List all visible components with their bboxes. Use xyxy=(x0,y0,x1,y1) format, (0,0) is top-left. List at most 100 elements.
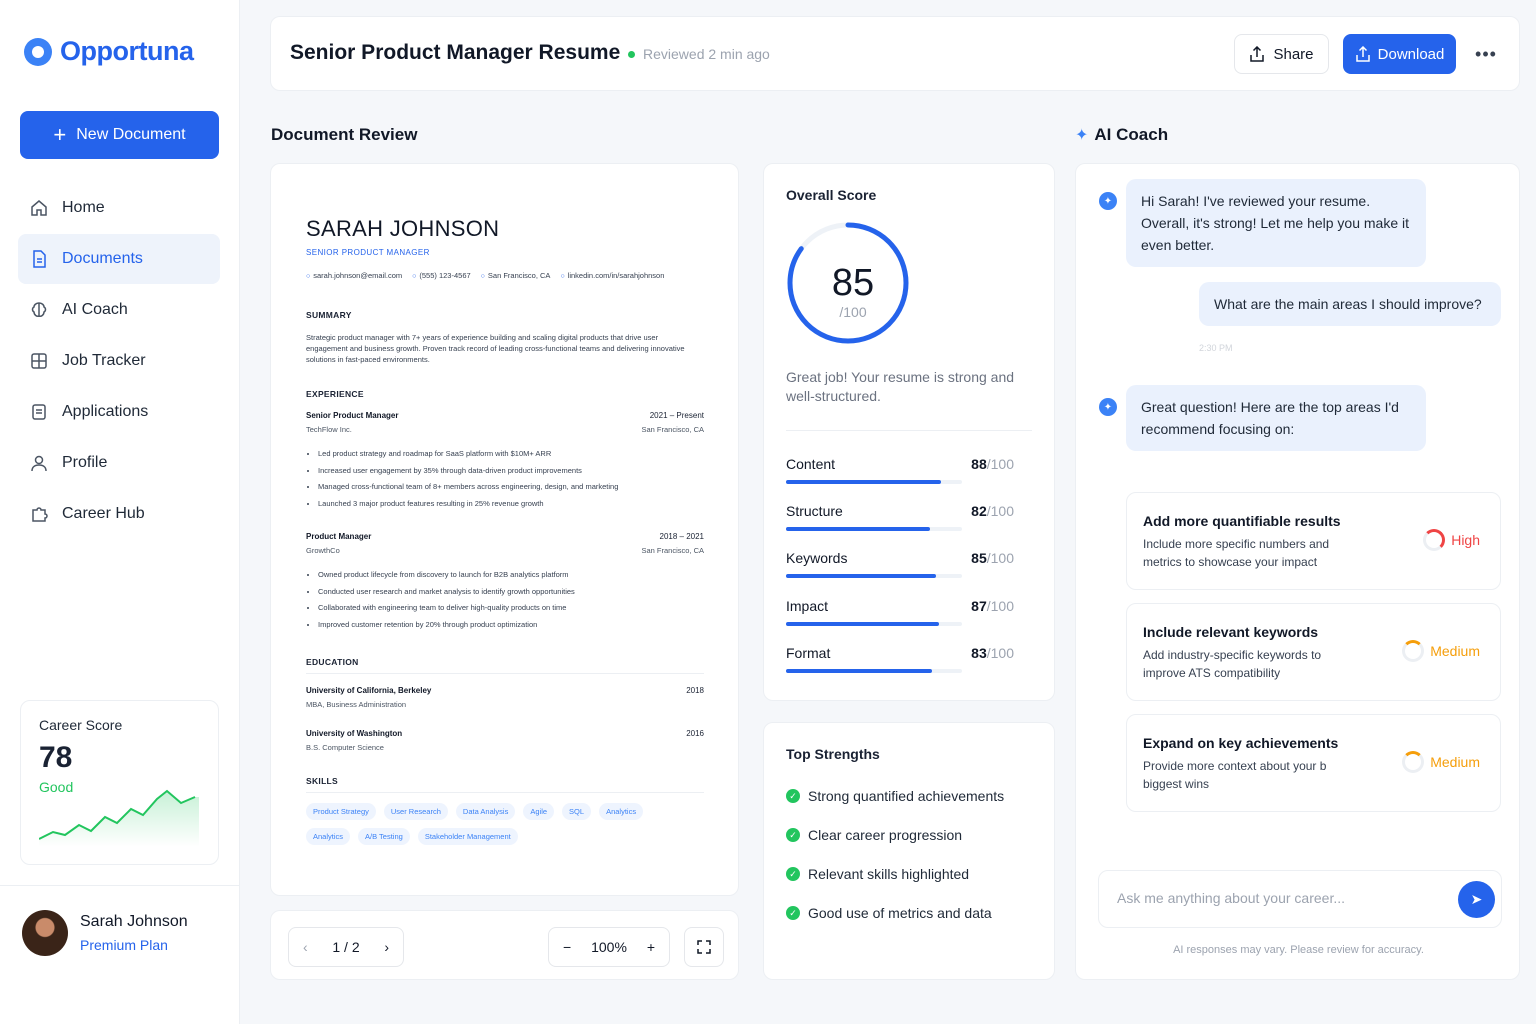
career-score-card[interactable]: Career Score 78 Good xyxy=(20,700,219,865)
metric-name: Content xyxy=(786,456,836,472)
puzzle-icon xyxy=(30,505,48,523)
download-icon xyxy=(1355,46,1370,62)
send-button[interactable]: ➤ xyxy=(1458,881,1495,918)
document-pager: ‹ 1 / 2 › − 100% + xyxy=(270,910,739,980)
fullscreen-button[interactable] xyxy=(684,927,724,967)
job-title: Senior Product Manager xyxy=(306,411,399,420)
metric-value: 88/100 xyxy=(971,456,1014,472)
chat-input[interactable] xyxy=(1117,890,1437,906)
sidebar-item-applications[interactable]: Applications xyxy=(18,387,220,437)
sidebar-item-label: Documents xyxy=(62,250,143,267)
share-button[interactable]: Share xyxy=(1234,34,1329,74)
sidebar-item-documents[interactable]: Documents xyxy=(18,234,220,284)
check-icon: ✓ xyxy=(786,828,800,842)
job-bullet: Conducted user research and market analy… xyxy=(318,584,704,601)
suggestion-desc: Add industry-specific keywords to improv… xyxy=(1143,648,1322,680)
suggestion-title: Include relevant keywords xyxy=(1143,624,1319,640)
strength-item: ✓ Relevant skills highlighted xyxy=(786,866,969,882)
job-company: TechFlow Inc. xyxy=(306,425,352,434)
suggestion-card[interactable]: Add more quantifiable results Include mo… xyxy=(1126,492,1501,590)
job-bullet: Increased user engagement by 35% through… xyxy=(318,463,704,480)
overall-score-max: /100 xyxy=(839,304,867,320)
prev-page-icon[interactable]: ‹ xyxy=(303,939,308,955)
chat-input-box: ➤ xyxy=(1098,870,1502,928)
sidebar-item-label: Profile xyxy=(62,454,108,471)
share-label: Share xyxy=(1273,45,1314,63)
user-name: Sarah Johnson xyxy=(80,913,188,930)
sidebar-item-career-hub[interactable]: Career Hub xyxy=(18,489,220,539)
logo-icon xyxy=(24,37,52,66)
priority-badge: Medium xyxy=(1402,640,1480,662)
job-location: San Francisco, CA xyxy=(641,425,704,434)
sidebar-item-label: Career Hub xyxy=(62,505,145,522)
job-subheader: GrowthCo San Francisco, CA xyxy=(306,546,704,555)
sidebar-item-label: AI Coach xyxy=(62,301,128,318)
job-bullet: Led product strategy and roadmap for Saa… xyxy=(318,446,704,463)
next-page-icon[interactable]: › xyxy=(384,939,389,955)
job-bullet: Managed cross-functional team of 8+ memb… xyxy=(318,479,704,496)
overall-score-message: Great job! Your resume is strong and wel… xyxy=(786,369,1015,404)
page-indicator: 1 / 2 xyxy=(332,939,360,955)
document-icon xyxy=(30,250,48,268)
resume-experience-heading: EXPERIENCE xyxy=(306,389,364,399)
sidebar-item-job-tracker[interactable]: Job Tracker xyxy=(18,336,220,386)
suggestion-title: Add more quantifiable results xyxy=(1143,513,1341,529)
metric-format: Format 83/100 xyxy=(786,645,1014,673)
resume-location: San Francisco, CA xyxy=(481,271,551,280)
skill-chip: Analytics xyxy=(306,828,351,845)
skills-list: Product Strategy User Research Data Anal… xyxy=(306,803,686,845)
suggestion-card[interactable]: Expand on key achievements Provide more … xyxy=(1126,714,1501,812)
metric-name: Format xyxy=(786,645,831,661)
job-bullet: Improved customer retention by 20% throu… xyxy=(318,617,704,634)
more-options-button[interactable]: ••• xyxy=(1471,39,1501,69)
sidebar: Opportuna + New Document Home Documents … xyxy=(0,0,240,1024)
share-icon xyxy=(1250,46,1265,62)
ai-coach-heading: ✦ AI Coach xyxy=(1075,125,1168,145)
sidebar-item-profile[interactable]: Profile xyxy=(18,438,220,488)
check-icon: ✓ xyxy=(786,789,800,803)
chat-message-user: What are the main areas I should improve… xyxy=(1199,282,1501,326)
suggestion-card[interactable]: Include relevant keywords Add industry-s… xyxy=(1126,603,1501,701)
resume-preview[interactable]: SARAH JOHNSON SENIOR PRODUCT MANAGER sar… xyxy=(270,163,739,896)
download-button[interactable]: Download xyxy=(1343,34,1456,74)
user-profile[interactable]: Sarah Johnson Premium Plan xyxy=(0,885,240,1024)
metric-bar xyxy=(786,574,962,578)
home-icon xyxy=(30,199,48,217)
metric-name: Keywords xyxy=(786,550,848,566)
sidebar-item-home[interactable]: Home xyxy=(18,183,220,233)
career-score-sparkline xyxy=(39,789,199,847)
education-header: University of Washington 2016 xyxy=(306,729,704,738)
sparkle-icon: ✦ xyxy=(1075,127,1089,144)
sidebar-item-ai-coach[interactable]: AI Coach xyxy=(18,285,220,335)
priority-badge: Medium xyxy=(1402,751,1480,773)
resume-email: sarah.johnson@email.com xyxy=(306,271,402,280)
education-header: University of California, Berkeley 2018 xyxy=(306,686,704,695)
education-degree: B.S. Computer Science xyxy=(306,743,384,752)
priority-badge: High xyxy=(1423,529,1480,551)
resume-skills-heading: SKILLS xyxy=(306,776,339,786)
skill-chip: Agile xyxy=(523,803,555,820)
resume-summary: Strategic product manager with 7+ years … xyxy=(306,333,685,364)
zoom-out-button[interactable]: − xyxy=(563,939,571,955)
job-header: Senior Product Manager 2021 – Present xyxy=(306,411,704,420)
job-bullet: Owned product lifecycle from discovery t… xyxy=(318,567,704,584)
job-dates: 2018 – 2021 xyxy=(659,532,705,541)
new-document-button[interactable]: + New Document xyxy=(20,111,219,159)
brand-logo[interactable]: Opportuna xyxy=(24,36,194,67)
status-dot-icon xyxy=(628,50,635,58)
strength-item: ✓ Strong quantified achievements xyxy=(786,788,1004,804)
resume-education-heading: EDUCATION xyxy=(306,657,359,667)
user-plan: Premium Plan xyxy=(80,937,168,953)
metric-value: 85/100 xyxy=(971,550,1014,566)
zoom-in-button[interactable]: + xyxy=(647,939,655,955)
strength-item: ✓ Good use of metrics and data xyxy=(786,905,992,921)
skill-chip: SQL xyxy=(562,803,592,820)
suggestion-title: Expand on key achievements xyxy=(1143,735,1339,751)
user-icon xyxy=(30,454,48,472)
chat-message-bot: Great question! Here are the top areas I… xyxy=(1126,385,1426,451)
ai-coach-title: AI Coach xyxy=(1094,125,1169,144)
strength-item: ✓ Clear career progression xyxy=(786,827,962,843)
job-subheader: TechFlow Inc. San Francisco, CA xyxy=(306,425,704,434)
plus-icon: + xyxy=(53,122,67,147)
education-degree: MBA, Business Administration xyxy=(306,700,407,709)
